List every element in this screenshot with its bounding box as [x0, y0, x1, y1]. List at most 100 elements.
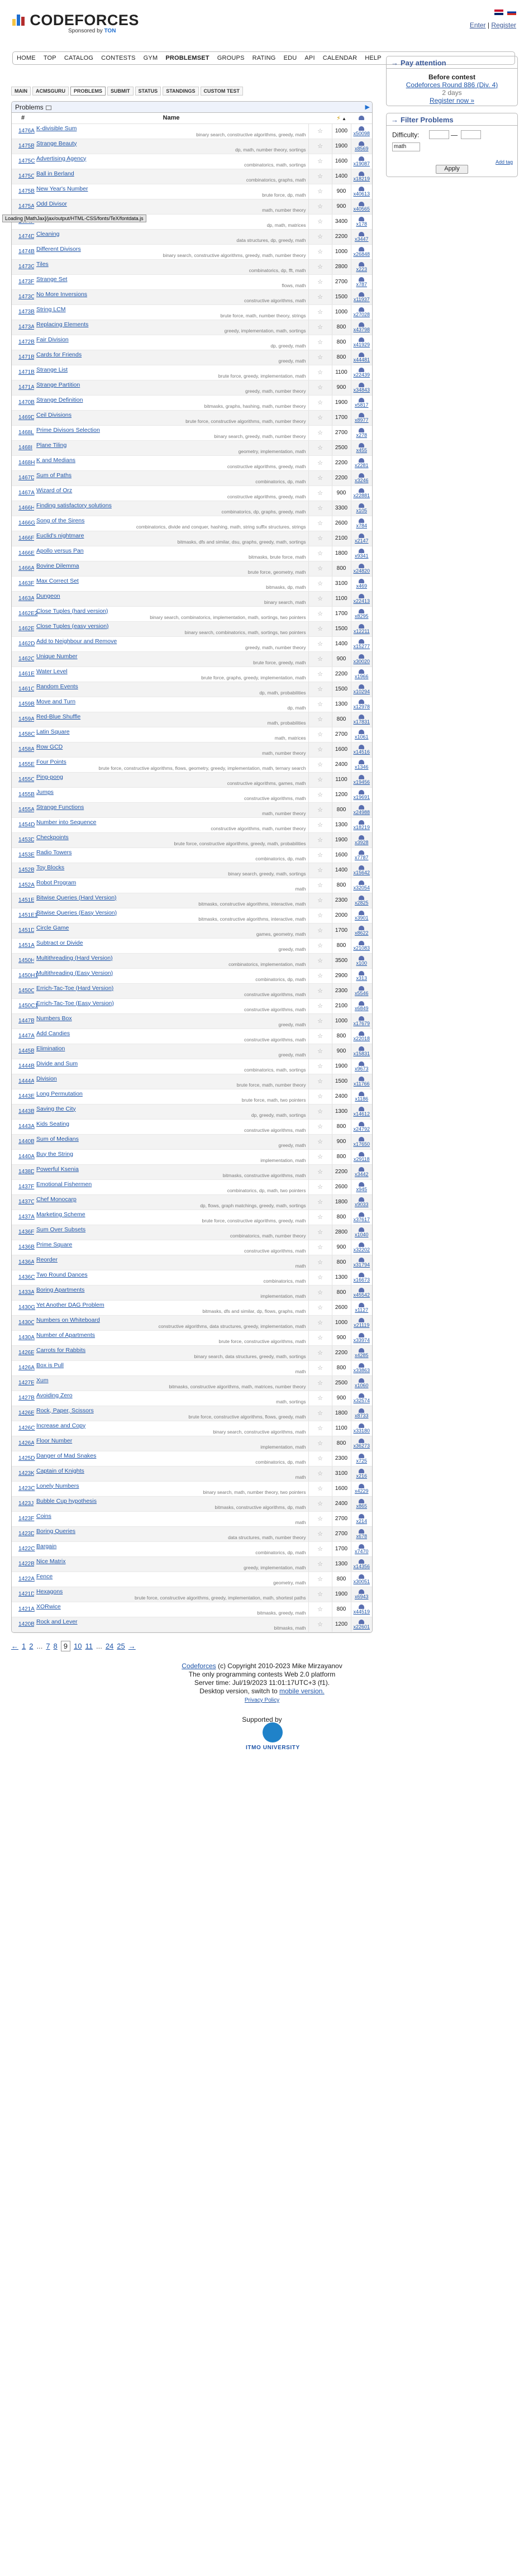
- problem-name-link[interactable]: Prime Square: [36, 1241, 306, 1248]
- problem-solved-count[interactable]: x22439: [350, 365, 372, 380]
- problem-solved-count[interactable]: x17650: [350, 1134, 372, 1150]
- favourite-star-icon[interactable]: ☆: [317, 1139, 323, 1145]
- problem-name-link[interactable]: Multithreading (Hard Version): [36, 955, 306, 961]
- problem-id-link[interactable]: 1475B: [18, 143, 35, 149]
- menu-problemset[interactable]: Problemset: [161, 52, 213, 61]
- problem-tags[interactable]: games, geometry, math: [36, 931, 306, 937]
- favourite-star-icon[interactable]: ☆: [317, 384, 323, 391]
- problem-solved-count[interactable]: x32054: [350, 878, 372, 893]
- favourite-star-icon[interactable]: ☆: [317, 912, 323, 919]
- favourite-star-icon[interactable]: ☆: [317, 852, 323, 859]
- problem-id-link[interactable]: 1467A: [18, 490, 35, 496]
- problem-solved-count[interactable]: x19087: [350, 154, 372, 169]
- problem-name-link[interactable]: Max Correct Set: [36, 578, 306, 584]
- problem-id-link[interactable]: 1459B: [18, 701, 35, 707]
- next-page-arrow-icon[interactable]: →: [128, 1642, 136, 1650]
- problem-solved-count[interactable]: x725: [350, 1451, 372, 1466]
- problem-solved-count[interactable]: x3901: [350, 908, 372, 923]
- col-name[interactable]: Name: [34, 113, 308, 124]
- problem-solved-count[interactable]: x21119: [350, 1315, 372, 1331]
- problem-tags[interactable]: geometry, implementation, math: [36, 449, 306, 454]
- problem-solved-count[interactable]: x30051: [350, 1572, 372, 1587]
- problem-id-link[interactable]: 1466H: [18, 505, 35, 511]
- problem-tags[interactable]: implementation, math: [36, 1293, 306, 1299]
- problem-solved-count[interactable]: x214: [350, 1511, 372, 1527]
- problem-id-link[interactable]: 1451D: [18, 927, 35, 934]
- enter-link[interactable]: Enter: [470, 21, 486, 29]
- menu-edu[interactable]: Edu: [280, 52, 301, 61]
- problem-solved-count[interactable]: x1061: [350, 727, 372, 742]
- problem-tags[interactable]: constructive algorithms, math: [36, 1037, 306, 1042]
- problem-solved-count[interactable]: x8733: [350, 1406, 372, 1421]
- problem-id-link[interactable]: 1422C: [18, 1546, 35, 1552]
- menu-gym[interactable]: Gym: [140, 52, 162, 61]
- favourite-star-icon[interactable]: ☆: [317, 988, 323, 994]
- problem-solved-count[interactable]: x455: [350, 440, 372, 456]
- favourite-star-icon[interactable]: ☆: [317, 369, 323, 376]
- problem-tags[interactable]: greedy, math: [36, 1022, 306, 1027]
- page-link[interactable]: 11: [85, 1642, 93, 1650]
- problem-tags[interactable]: constructive algorithms, greedy, math: [36, 464, 306, 469]
- itmo-logo[interactable]: ITMO UNIVERSITY: [246, 1722, 300, 1751]
- problem-id-link[interactable]: 1466G: [18, 520, 35, 526]
- problem-name-link[interactable]: Chef Monocarp: [36, 1196, 306, 1203]
- favourite-star-icon[interactable]: ☆: [317, 1335, 323, 1341]
- problem-name-link[interactable]: Sum of Paths: [36, 472, 306, 479]
- problem-name-link[interactable]: Toy Blocks: [36, 864, 306, 871]
- problem-name-link[interactable]: Marketing Scheme: [36, 1211, 306, 1218]
- problem-solved-count[interactable]: x100: [350, 953, 372, 969]
- problem-tags[interactable]: greedy, math: [36, 946, 306, 952]
- problem-solved-count[interactable]: x8622: [350, 923, 372, 939]
- problem-solved-count[interactable]: x3442: [350, 1164, 372, 1180]
- problem-tags[interactable]: data structures, dp, greedy, math: [36, 237, 306, 243]
- problem-solved-count[interactable]: x17679: [350, 1013, 372, 1029]
- problem-id-link[interactable]: 1437F: [18, 1184, 34, 1190]
- problem-name-link[interactable]: Strange Set: [36, 276, 306, 283]
- problem-id-link[interactable]: 1426C: [18, 1425, 35, 1431]
- problem-solved-count[interactable]: x22881: [350, 485, 372, 501]
- problem-tags[interactable]: binary search, combinatorics, implementa…: [36, 615, 306, 620]
- problem-id-link[interactable]: 1473G: [18, 264, 35, 270]
- problem-id-link[interactable]: 1463F: [18, 580, 34, 587]
- problem-id-link[interactable]: 1471B: [18, 354, 35, 360]
- favourite-star-icon[interactable]: ☆: [317, 1485, 323, 1492]
- problem-name-link[interactable]: Xum: [36, 1377, 306, 1384]
- problem-tags[interactable]: greedy, math, number theory: [36, 645, 306, 650]
- problem-name-link[interactable]: Hexagons: [36, 1588, 306, 1595]
- favourite-star-icon[interactable]: ☆: [317, 897, 323, 904]
- favourite-star-icon[interactable]: ☆: [317, 1576, 323, 1583]
- problem-solved-count[interactable]: x24792: [350, 1119, 372, 1135]
- submenu-acmsguru[interactable]: ACMSGURU: [32, 87, 69, 96]
- problem-tags[interactable]: brute force, constructive algorithms, gr…: [36, 1595, 306, 1601]
- problem-solved-count[interactable]: x2281: [350, 455, 372, 471]
- problem-name-link[interactable]: Add Candies: [36, 1030, 306, 1037]
- problem-tags[interactable]: bitmasks, constructive algorithms, dp, m…: [36, 1504, 306, 1510]
- menu-rating[interactable]: Rating: [249, 52, 280, 61]
- problem-tags[interactable]: bitmasks, constructive algorithms, math: [36, 1173, 306, 1178]
- problem-id-link[interactable]: 1469D: [18, 415, 35, 421]
- problem-name-link[interactable]: Coins: [36, 1513, 306, 1520]
- problem-id-link[interactable]: 1471B: [18, 369, 35, 375]
- problem-name-link[interactable]: Numbers Box: [36, 1015, 306, 1022]
- problem-id-link[interactable]: 1430G: [18, 1304, 35, 1311]
- problem-id-link[interactable]: 1473A: [18, 324, 35, 330]
- favourite-star-icon[interactable]: ☆: [317, 1154, 323, 1160]
- problem-name-link[interactable]: Captain of Knights: [36, 1468, 306, 1474]
- problem-name-link[interactable]: Dungeon: [36, 593, 306, 599]
- favourite-star-icon[interactable]: ☆: [317, 867, 323, 874]
- problem-solved-count[interactable]: x37617: [350, 1210, 372, 1225]
- favourite-star-icon[interactable]: ☆: [317, 1591, 323, 1598]
- problem-solved-count[interactable]: x33974: [350, 1330, 372, 1346]
- problem-id-link[interactable]: 1474B: [18, 249, 35, 255]
- favourite-star-icon[interactable]: ☆: [317, 656, 323, 663]
- menu-help[interactable]: Help: [361, 52, 385, 61]
- problem-tags[interactable]: brute force, constructive algorithms, ma…: [36, 1339, 306, 1344]
- problem-id-link[interactable]: 1443A: [18, 1123, 35, 1130]
- problem-id-link[interactable]: 1440A: [18, 1154, 35, 1160]
- problem-id-link[interactable]: 1422B: [18, 1561, 35, 1567]
- problem-id-link[interactable]: 1468I: [18, 445, 32, 451]
- footer-codeforces-link[interactable]: Codeforces: [182, 1662, 216, 1670]
- problem-name-link[interactable]: Row GCD: [36, 744, 306, 750]
- problem-tags[interactable]: dp, greedy, math: [36, 343, 306, 349]
- favourite-star-icon[interactable]: ☆: [317, 445, 323, 451]
